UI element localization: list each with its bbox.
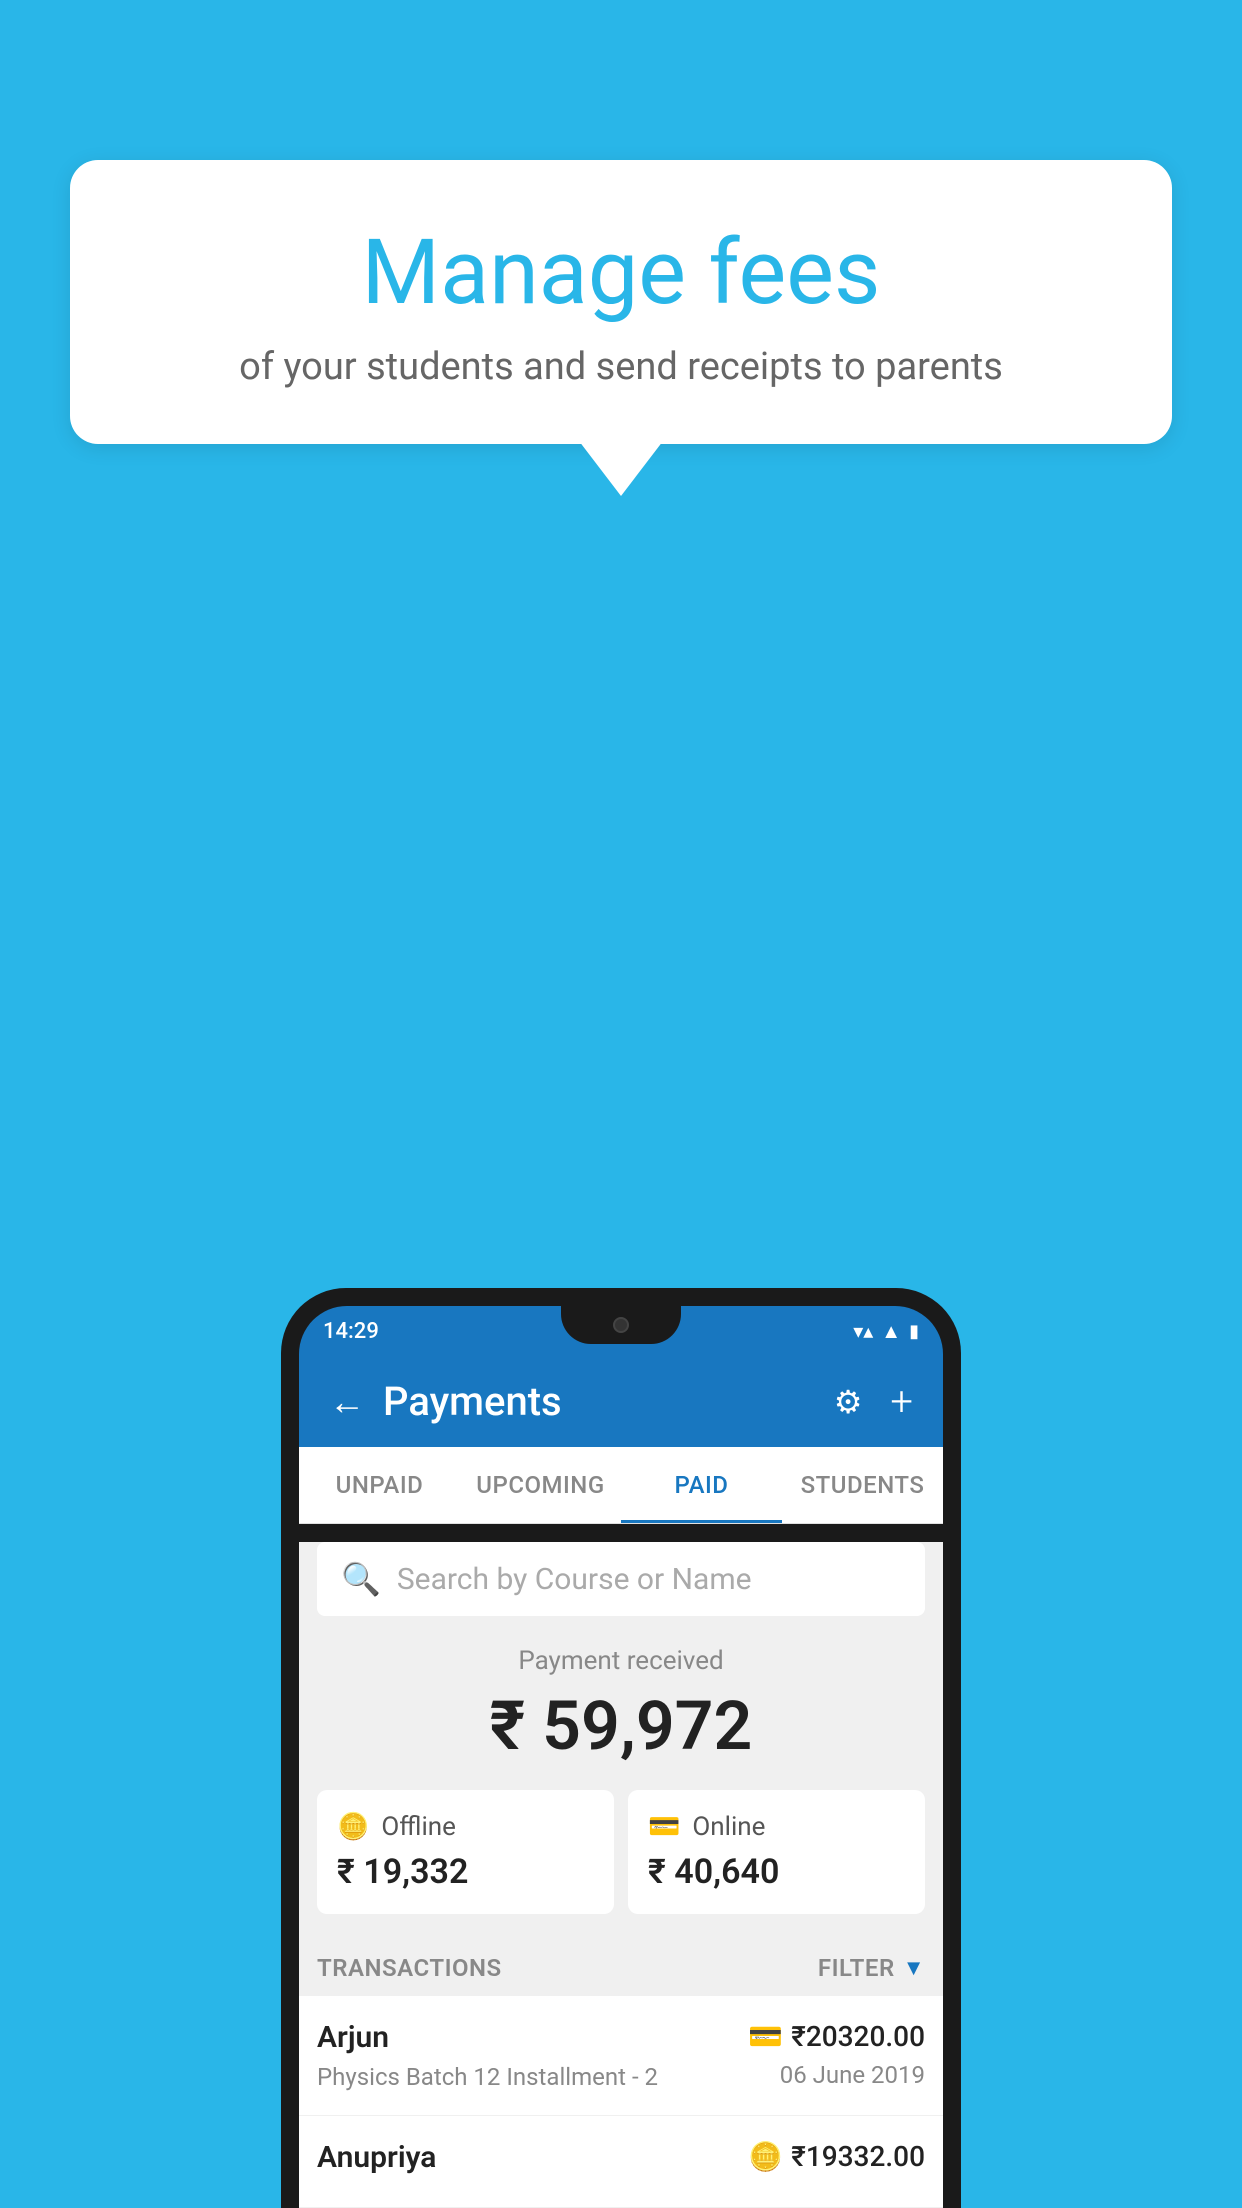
payment-received-amount: ₹ 59,972 xyxy=(317,1686,925,1766)
signal-icon: ▲ xyxy=(881,1319,901,1344)
search-bar[interactable]: 🔍 Search by Course or Name xyxy=(317,1542,925,1616)
online-icon: 💳 xyxy=(648,1812,680,1842)
header-left: ← Payments xyxy=(329,1378,562,1425)
online-label: Online xyxy=(692,1812,765,1842)
offline-label: Offline xyxy=(381,1812,456,1842)
app-content: 🔍 Search by Course or Name Payment recei… xyxy=(299,1542,943,2208)
battery-icon: ▮ xyxy=(909,1321,919,1342)
settings-button[interactable]: ⚙ xyxy=(834,1383,863,1421)
header-title: Payments xyxy=(383,1378,562,1425)
transaction-row[interactable]: Anupriya 🪙 ₹19332.00 xyxy=(299,2116,943,2208)
header-right: ⚙ + xyxy=(834,1378,913,1425)
add-button[interactable]: + xyxy=(890,1378,913,1425)
status-icons: ▾▴ ▲ ▮ xyxy=(853,1319,919,1344)
payment-received-label: Payment received xyxy=(317,1646,925,1676)
offline-card: 🪙 Offline ₹ 19,332 xyxy=(317,1790,614,1914)
transaction-detail: Physics Batch 12 Installment - 2 xyxy=(317,2063,748,2091)
offline-icon: 🪙 xyxy=(337,1812,369,1842)
search-placeholder: Search by Course or Name xyxy=(397,1562,752,1597)
online-card-header: 💳 Online xyxy=(648,1812,905,1842)
transaction-amount: 💳 ₹20320.00 xyxy=(748,2020,925,2053)
transaction-name: Arjun xyxy=(317,2020,748,2055)
transaction-right: 💳 ₹20320.00 06 June 2019 xyxy=(748,2020,925,2089)
speech-bubble-title: Manage fees xyxy=(120,220,1122,325)
status-time: 14:29 xyxy=(323,1319,379,1344)
filter-button[interactable]: FILTER ▼ xyxy=(818,1954,925,1982)
payment-type-icon: 🪙 xyxy=(748,2140,783,2173)
speech-bubble: Manage fees of your students and send re… xyxy=(70,160,1172,444)
status-bar: 14:29 ▾▴ ▲ ▮ xyxy=(299,1306,943,1356)
transaction-row[interactable]: Arjun Physics Batch 12 Installment - 2 💳… xyxy=(299,1996,943,2116)
tab-upcoming[interactable]: UPCOMING xyxy=(460,1447,621,1523)
online-amount: ₹ 40,640 xyxy=(648,1852,905,1892)
camera xyxy=(613,1317,629,1333)
transaction-date: 06 June 2019 xyxy=(748,2061,925,2089)
tabs-container: UNPAID UPCOMING PAID STUDENTS xyxy=(299,1447,943,1524)
online-card: 💳 Online ₹ 40,640 xyxy=(628,1790,925,1914)
wifi-icon: ▾▴ xyxy=(853,1319,873,1343)
tab-students[interactable]: STUDENTS xyxy=(782,1447,943,1523)
filter-text: FILTER xyxy=(818,1954,895,1982)
back-button[interactable]: ← xyxy=(329,1381,365,1423)
transactions-header: TRANSACTIONS FILTER ▼ xyxy=(299,1936,943,1996)
search-icon: 🔍 xyxy=(341,1560,381,1598)
transaction-right: 🪙 ₹19332.00 xyxy=(748,2140,925,2181)
phone-frame: 14:29 ▾▴ ▲ ▮ ← Payments ⚙ + UNPAID xyxy=(281,1288,961,2208)
payment-cards: 🪙 Offline ₹ 19,332 💳 Online ₹ 40,640 xyxy=(299,1790,943,1936)
tab-unpaid[interactable]: UNPAID xyxy=(299,1447,460,1523)
payment-summary: Payment received ₹ 59,972 xyxy=(299,1616,943,1790)
payment-type-icon: 💳 xyxy=(748,2020,783,2053)
app-header: ← Payments ⚙ + xyxy=(299,1356,943,1447)
transaction-left: Arjun Physics Batch 12 Installment - 2 xyxy=(317,2020,748,2091)
transaction-left: Anupriya xyxy=(317,2140,748,2183)
speech-bubble-subtitle: of your students and send receipts to pa… xyxy=(120,345,1122,389)
filter-icon: ▼ xyxy=(903,1955,925,1981)
transaction-name: Anupriya xyxy=(317,2140,748,2175)
tab-paid[interactable]: PAID xyxy=(621,1447,782,1523)
offline-amount: ₹ 19,332 xyxy=(337,1852,594,1892)
phone-container: 14:29 ▾▴ ▲ ▮ ← Payments ⚙ + UNPAID xyxy=(281,1288,961,2208)
offline-card-header: 🪙 Offline xyxy=(337,1812,594,1842)
transactions-label: TRANSACTIONS xyxy=(317,1954,502,1982)
transaction-amount: 🪙 ₹19332.00 xyxy=(748,2140,925,2173)
phone-notch xyxy=(561,1306,681,1344)
